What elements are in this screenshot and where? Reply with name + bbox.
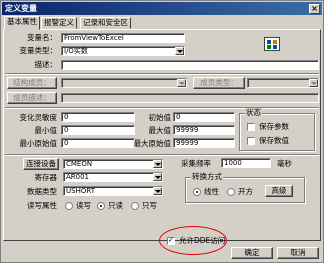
advanced-button[interactable]: 高级 [265,185,293,197]
rw-writeonly-label: 只写 [142,201,157,210]
save-value-checkbox[interactable] [247,137,255,145]
annotation-circle [159,226,227,255]
register-label: 寄存器 [34,173,58,182]
state-group-title: 状态 [245,108,262,118]
register-value: AR001 [66,173,90,181]
dialog-title: 定义变量 [5,4,37,13]
max-raw-field[interactable]: 99999 [173,138,235,148]
save-params-label: 保存参数 [259,122,289,131]
convert-sqrt-radio[interactable] [227,188,235,196]
data-type-label: 数据类型 [27,187,57,196]
define-variable-dialog: 定义变量 × 基本属性 报警定义 记录和安全区 变量名： FromViewToE… [0,0,324,263]
rw-readonly-label: 只读 [108,201,123,210]
min-label: 最小值 [34,126,58,135]
rw-readonly-radio[interactable] [97,202,105,210]
convert-linear-label: 线性 [204,187,219,196]
struct-member-select [61,78,187,88]
struct-member-button[interactable]: 结构成员： [7,77,57,89]
sample-label: 采集频率 [181,159,211,168]
var-name-field[interactable]: FromViewToExcel [61,33,185,43]
member-type-select [247,78,319,88]
rw-label: 读写属性 [27,201,57,210]
sensitivity-label: 变化灵敏度 [19,113,58,122]
device-select[interactable]: CMEON [63,159,163,169]
member-desc-field [61,93,319,103]
rw-readwrite-label: 读写 [76,201,91,210]
var-name-label: 变量名： [27,33,57,42]
sample-field[interactable]: 1000 [221,158,271,168]
max-label: 最大值 [148,126,172,135]
ok-button[interactable]: 确定 [231,247,273,259]
min-raw-label: 最小原始值 [19,139,58,148]
min-raw-field[interactable]: 0 [61,138,135,148]
tab-basic[interactable]: 基本属性 [4,16,40,30]
divider [5,73,319,75]
sensitivity-field[interactable]: 0 [61,112,135,122]
chevron-down-icon [177,79,186,87]
member-type-button[interactable]: 成员类型： [193,77,245,89]
chevron-down-icon[interactable] [153,160,162,168]
max-raw-label: 最大原始值 [133,139,172,148]
rw-readwrite-radio[interactable] [65,202,73,210]
divider [5,154,319,156]
data-type-value: USHORT [66,187,95,195]
save-params-checkbox[interactable] [247,123,255,131]
convert-sqrt-label: 开方 [238,187,253,196]
var-type-select[interactable]: I/O实数 [61,46,185,56]
chevron-down-icon [309,79,318,87]
save-value-label: 保存数值 [259,136,289,145]
max-field[interactable]: 99999 [173,125,235,135]
cancel-button[interactable]: 取消 [277,247,319,259]
chevron-down-icon[interactable] [153,187,162,195]
variable-grid-icon[interactable] [264,37,280,51]
desc-field[interactable] [61,60,319,70]
min-field[interactable]: 0 [61,125,135,135]
chevron-down-icon[interactable] [175,47,184,55]
chevron-down-icon[interactable] [153,173,162,181]
close-icon[interactable]: × [309,4,320,14]
divider [5,107,319,109]
register-select[interactable]: AR001 [63,172,163,182]
title-bar: 定义变量 × [2,2,322,15]
member-desc-button[interactable]: 成员描述： [7,92,57,104]
var-type-label: 变量类型： [19,46,58,55]
init-field[interactable]: 0 [173,112,235,122]
convert-linear-radio[interactable] [193,188,201,196]
rw-writeonly-radio[interactable] [131,202,139,210]
var-type-value: I/O实数 [64,47,88,55]
connect-device-button[interactable]: 连接设备 [23,158,59,170]
tab-alarm[interactable]: 报警定义 [41,17,77,29]
tab-record-security[interactable]: 记录和安全区 [80,17,131,29]
sample-unit: 毫秒 [277,159,292,168]
data-type-select[interactable]: USHORT [63,186,163,196]
convert-group-title: 转换方式 [191,172,223,182]
init-label: 初始值 [148,113,172,122]
device-value: CMEON [66,160,93,168]
desc-label: 描述： [34,60,58,69]
